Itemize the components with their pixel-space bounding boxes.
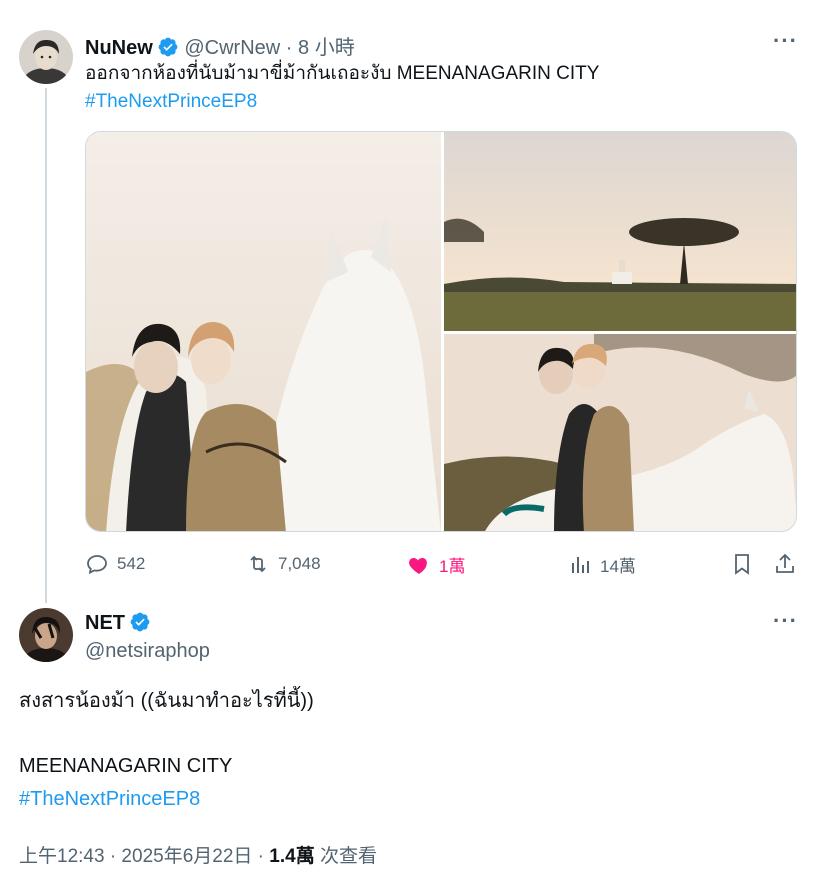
views-button[interactable]: 14萬 xyxy=(568,552,636,577)
tweet1-author-name[interactable]: NuNew xyxy=(85,37,153,59)
tweet2-author-name-row: NET xyxy=(85,611,151,635)
photo-tree-sunset[interactable] xyxy=(444,132,796,331)
tweet2-handle[interactable]: @netsiraphop xyxy=(85,640,210,663)
tweet2-line1: สงสารน้องม้า ((ฉันมาทำอะไรที่นี้)) xyxy=(19,690,314,712)
tweet2-hashtag[interactable]: #TheNextPrinceEP8 xyxy=(19,786,200,812)
tweet2-views-label: 次查看 xyxy=(314,846,377,867)
tweet2-views-count: 1.4萬 xyxy=(269,846,315,867)
tweet2-line2: MEENANAGARIN CITY xyxy=(19,755,233,777)
tweet1-handle[interactable]: @CwrNew xyxy=(184,37,280,59)
bookmark-button[interactable] xyxy=(730,552,754,576)
tweet1-separator: · xyxy=(285,37,293,59)
tweet1-text: ออกจากห้องที่นับม้ามาขี่ม้ากันเถอะงับ ME… xyxy=(85,63,600,84)
photo-riders-horse[interactable] xyxy=(444,334,796,531)
avatar-net[interactable] xyxy=(19,608,73,662)
verified-badge-icon xyxy=(130,612,150,632)
tweet1-time[interactable]: 8 小時 xyxy=(298,37,355,59)
tweet2-meta: 上午12:43 · 2025年6月22日 · 1.4萬 次查看 xyxy=(19,841,377,868)
share-button[interactable] xyxy=(773,552,797,576)
views-count: 14萬 xyxy=(600,557,636,576)
thread-connector-line xyxy=(45,88,47,603)
reply-count: 542 xyxy=(117,554,146,573)
photo-riders-closeup[interactable] xyxy=(86,132,441,531)
bookmark-icon xyxy=(735,554,749,575)
more-icon[interactable]: ··· xyxy=(773,608,798,634)
tweet2-author-name[interactable]: NET xyxy=(85,612,125,634)
like-count: 1萬 xyxy=(439,557,466,576)
tweet1-actions: 542 7,048 1萬 14萬 xyxy=(0,548,825,580)
reply-icon xyxy=(87,555,107,575)
like-button[interactable]: 1萬 xyxy=(407,552,465,577)
more-icon[interactable]: ··· xyxy=(773,28,798,54)
avatar-nunew[interactable] xyxy=(19,30,73,84)
tweet2-timestamp[interactable]: 上午12:43 · 2025年6月22日 · xyxy=(19,846,269,867)
share-icon xyxy=(776,553,794,573)
retweet-count: 7,048 xyxy=(278,554,321,573)
retweet-icon xyxy=(250,555,266,573)
tweet1-media-grid xyxy=(85,131,797,532)
verified-badge-icon xyxy=(158,37,178,57)
retweet-button[interactable]: 7,048 xyxy=(246,552,321,576)
tweet1-hashtag[interactable]: #TheNextPrinceEP8 xyxy=(85,89,257,115)
tweet1-header: NuNew @CwrNew · 8 小時 xyxy=(85,31,355,60)
reply-button[interactable]: 542 xyxy=(85,552,145,576)
views-icon xyxy=(572,556,589,573)
heart-icon xyxy=(409,557,427,574)
